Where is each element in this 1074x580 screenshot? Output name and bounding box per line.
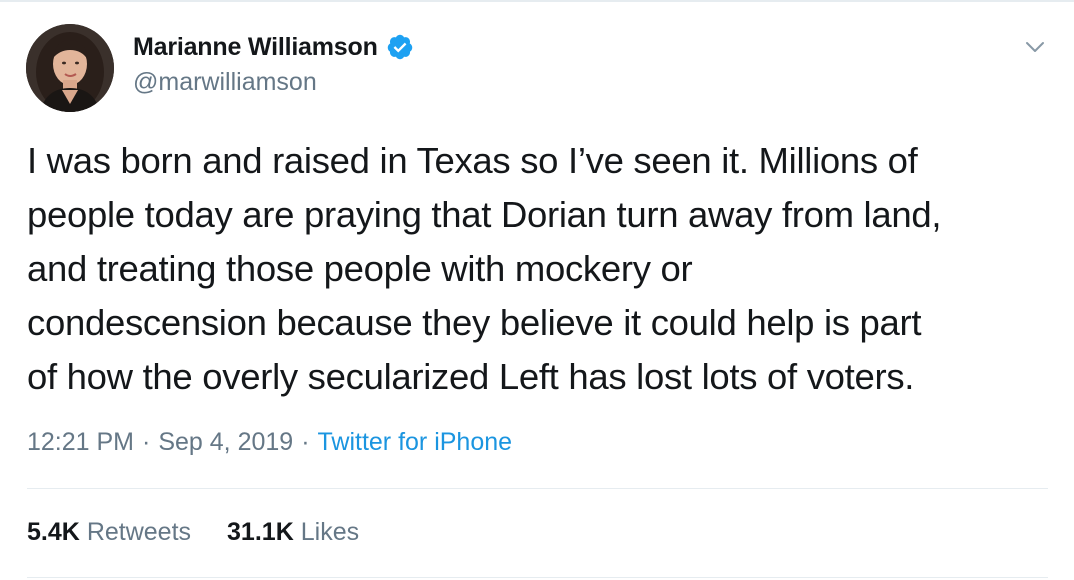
author-handle[interactable]: @marwilliamson [133, 68, 317, 97]
retweets-stat[interactable]: 5.4K Retweets [27, 518, 191, 547]
likes-stat[interactable]: 31.1K Likes [227, 518, 359, 547]
tweet-meta: 12:21 PM · Sep 4, 2019 · Twitter for iPh… [27, 424, 512, 460]
tweet-time[interactable]: 12:21 PM [27, 428, 134, 457]
likes-label: Likes [300, 517, 360, 546]
chevron-down-icon[interactable] [1022, 34, 1048, 60]
tweet-text: I was born and raised in Texas so I’ve s… [27, 140, 942, 397]
tweet-source-link[interactable]: Twitter for iPhone [318, 428, 513, 457]
author-name-row[interactable]: Marianne Williamson [133, 32, 414, 62]
verified-badge-icon [386, 33, 414, 61]
tweet-stats: 5.4K Retweets 31.1K Likes [27, 514, 359, 550]
tweet-card: Marianne Williamson @marwilliamson I was… [0, 0, 1074, 580]
retweets-count: 5.4K [27, 517, 80, 546]
top-border [0, 0, 1074, 2]
divider [27, 488, 1048, 489]
meta-separator: · [142, 427, 151, 456]
retweets-label: Retweets [86, 517, 192, 546]
author-display-name[interactable]: Marianne Williamson [133, 33, 378, 62]
meta-separator: · [301, 427, 310, 456]
likes-count: 31.1K [227, 517, 294, 546]
tweet-date[interactable]: Sep 4, 2019 [158, 428, 293, 457]
avatar[interactable] [26, 24, 114, 112]
divider [27, 577, 1048, 578]
